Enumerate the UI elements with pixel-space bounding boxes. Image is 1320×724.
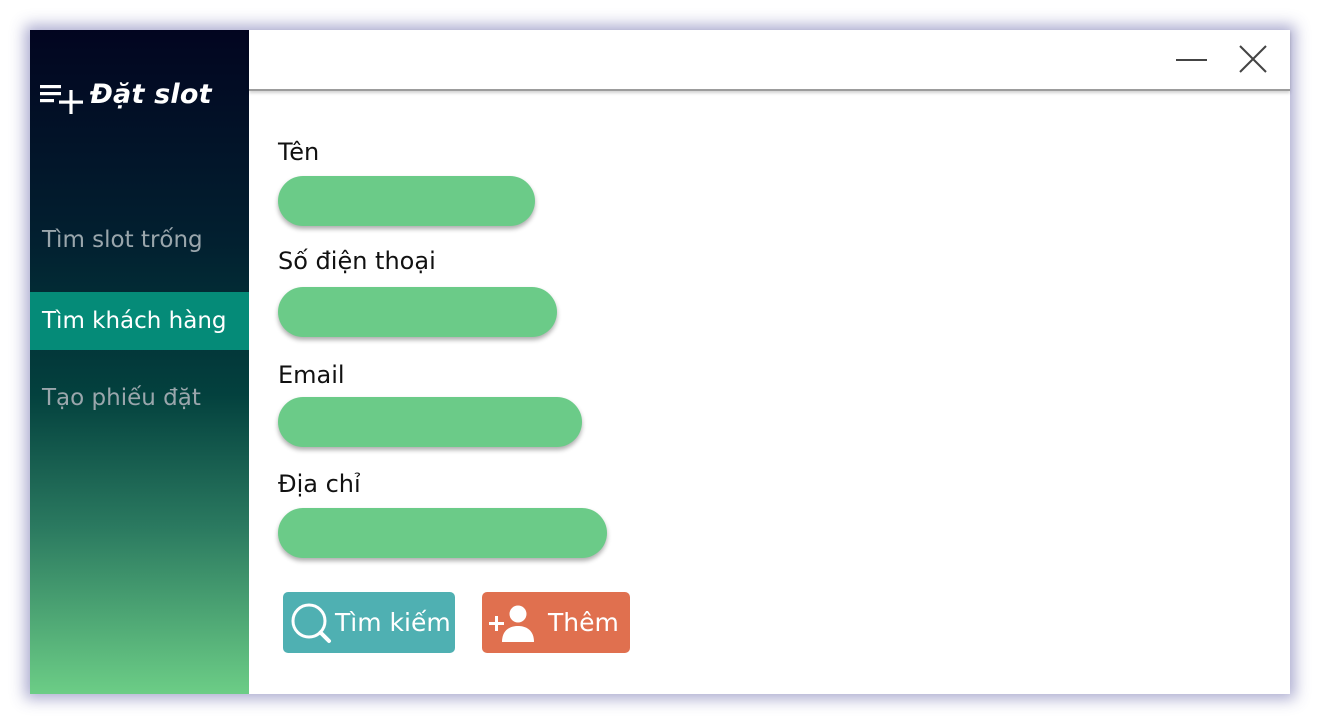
search-icon — [291, 603, 331, 643]
search-button[interactable]: Tìm kiếm — [283, 592, 455, 653]
brand: Đặt slot — [40, 74, 212, 114]
minimize-icon — [1176, 59, 1207, 61]
email-label: Email — [278, 361, 345, 389]
app-window: Đặt slot Tìm slot trống Tìm khách hàng T… — [30, 30, 1290, 694]
add-button-label: Thêm — [548, 608, 619, 637]
address-input[interactable] — [278, 508, 607, 558]
name-input[interactable] — [278, 176, 535, 226]
sidebar-item-find-empty-slot[interactable]: Tìm slot trống — [30, 211, 249, 269]
address-label: Địa chỉ — [278, 470, 361, 498]
sidebar-item-find-customer[interactable]: Tìm khách hàng — [30, 292, 249, 350]
sidebar: Đặt slot Tìm slot trống Tìm khách hàng T… — [30, 30, 249, 694]
email-input[interactable] — [278, 397, 582, 447]
add-button[interactable]: Thêm — [482, 592, 630, 653]
playlist-add-icon — [40, 85, 83, 114]
close-icon — [1239, 45, 1267, 73]
name-label: Tên — [278, 138, 320, 166]
phone-input[interactable] — [278, 287, 557, 337]
sidebar-item-create-booking[interactable]: Tạo phiếu đặt — [30, 369, 249, 427]
title-bar — [249, 30, 1290, 91]
add-user-icon — [489, 605, 534, 642]
app-title: Đặt slot — [90, 78, 212, 110]
search-button-label: Tìm kiếm — [335, 608, 451, 637]
main-content: Tên Số điện thoại Email Địa chỉ Tìm kiếm… — [249, 30, 1290, 694]
phone-label: Số điện thoại — [278, 247, 436, 275]
minimize-button[interactable] — [1173, 42, 1209, 78]
close-button[interactable] — [1235, 42, 1271, 78]
